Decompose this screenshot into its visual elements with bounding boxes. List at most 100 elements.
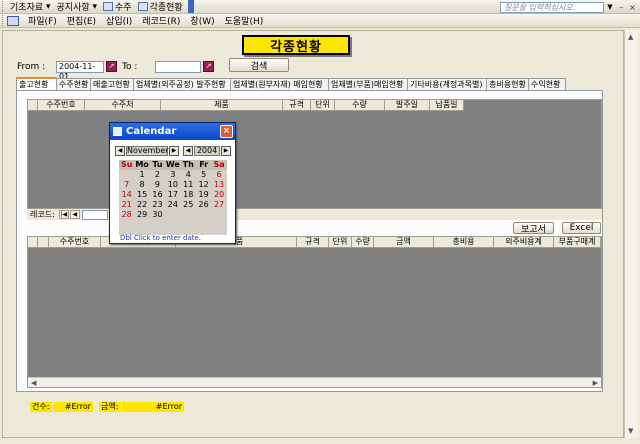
day-cell[interactable] bbox=[196, 210, 211, 220]
day-cell[interactable]: 11 bbox=[181, 180, 196, 190]
tab-shipment-status[interactable]: 출고현황 bbox=[16, 77, 57, 90]
day-cell[interactable]: 16 bbox=[150, 190, 165, 200]
day-cell[interactable] bbox=[119, 170, 134, 180]
tab-sales-shipment-status[interactable]: 매출고현황 bbox=[90, 78, 134, 90]
close-icon[interactable]: × bbox=[220, 125, 233, 138]
day-cell[interactable] bbox=[211, 210, 226, 220]
day-cell[interactable]: 14 bbox=[119, 190, 134, 200]
toolbar-options-chevron[interactable] bbox=[187, 0, 194, 13]
from-date-input[interactable]: 2004-11-01 bbox=[56, 61, 104, 81]
menubar-grip[interactable] bbox=[2, 15, 5, 26]
col-quantity[interactable]: 수량 bbox=[335, 100, 385, 110]
scroll-down-icon[interactable]: ▼ bbox=[628, 427, 633, 435]
row-selector-header[interactable] bbox=[28, 237, 38, 247]
search-button[interactable]: 검색 bbox=[229, 58, 289, 72]
to-date-input[interactable] bbox=[155, 61, 201, 73]
toolbar-item-basic-data[interactable]: 기초자료 ▾ bbox=[7, 1, 54, 14]
day-cell[interactable]: 15 bbox=[134, 190, 149, 200]
tab-outsourcing-po-status[interactable]: 업체별(외주공정) 발주현황 bbox=[133, 78, 231, 90]
toolbar-item-orders[interactable]: 수주 bbox=[100, 1, 135, 13]
day-cell[interactable]: 12 bbox=[196, 180, 211, 190]
menu-records[interactable]: 레코드(R) bbox=[137, 14, 185, 27]
day-cell[interactable]: 8 bbox=[134, 180, 149, 190]
menu-file[interactable]: 파일(F) bbox=[23, 14, 62, 27]
prev-month-button[interactable]: ◀ bbox=[115, 145, 125, 156]
scroll-left-icon[interactable]: ◀ bbox=[31, 379, 36, 387]
col-amount[interactable]: 금액 bbox=[374, 237, 434, 247]
day-cell[interactable]: 27 bbox=[211, 200, 226, 210]
col-outsourcing-total[interactable]: 외주비용계 bbox=[494, 237, 554, 247]
day-cell[interactable]: 18 bbox=[181, 190, 196, 200]
next-month-button[interactable]: ▶ bbox=[169, 145, 179, 156]
day-cell[interactable]: 28 bbox=[119, 210, 134, 220]
day-cell[interactable]: 30 bbox=[150, 210, 165, 220]
next-year-button[interactable]: ▶ bbox=[221, 145, 231, 156]
menu-help[interactable]: 도움말(H) bbox=[220, 14, 269, 27]
col-parts-total[interactable]: 부품구매계 bbox=[554, 237, 601, 247]
day-cell[interactable]: 21 bbox=[119, 200, 134, 210]
record-number-input[interactable] bbox=[81, 209, 108, 220]
excel-button[interactable]: Excel bbox=[562, 222, 601, 234]
col-total-cost[interactable]: 총비용 bbox=[434, 237, 494, 247]
day-cell[interactable]: 9 bbox=[150, 180, 165, 190]
tab-total-cost-status[interactable]: 총비용현황 bbox=[486, 78, 529, 90]
day-cell[interactable]: 19 bbox=[196, 190, 211, 200]
day-cell[interactable]: 24 bbox=[165, 200, 180, 210]
report-button[interactable]: 보고서 bbox=[513, 222, 554, 235]
col-spec-2[interactable]: 규격 bbox=[297, 237, 329, 247]
col-order-no-2[interactable]: 수주번호 bbox=[49, 237, 101, 247]
col-order-no[interactable]: 수주번호 bbox=[38, 100, 85, 110]
scroll-up-icon[interactable]: ▲ bbox=[628, 33, 633, 41]
col-order-date[interactable]: 발주일 bbox=[385, 100, 430, 110]
toolbar-item-notices[interactable]: 공지사항 ▾ bbox=[54, 1, 101, 14]
form-vertical-scrollbar[interactable]: ▲ ▼ bbox=[624, 30, 638, 438]
day-cell[interactable]: 6 bbox=[211, 170, 226, 180]
day-cell[interactable] bbox=[181, 210, 196, 220]
day-cell[interactable]: 4 bbox=[181, 170, 196, 180]
col-unit[interactable]: 단위 bbox=[311, 100, 335, 110]
day-cell[interactable]: 22 bbox=[134, 200, 149, 210]
day-cell[interactable]: 13 bbox=[211, 180, 226, 190]
access-form-icon[interactable] bbox=[7, 15, 19, 26]
day-cell[interactable]: 5 bbox=[196, 170, 211, 180]
day-cell[interactable]: 3 bbox=[165, 170, 180, 180]
minimize-icon[interactable]: – bbox=[617, 3, 626, 12]
month-field[interactable]: November bbox=[126, 145, 169, 156]
col-quantity-2[interactable]: 수량 bbox=[352, 237, 374, 247]
to-calendar-button[interactable]: ↗ bbox=[203, 61, 214, 72]
help-question-input[interactable]: 질문을 입력하십시오. bbox=[500, 2, 604, 13]
col-product[interactable]: 제품 bbox=[161, 100, 283, 110]
day-cell[interactable]: 23 bbox=[150, 200, 165, 210]
close-icon[interactable]: × bbox=[628, 3, 637, 12]
row-selector-header[interactable] bbox=[28, 100, 38, 110]
tab-material-purchase-status[interactable]: 업체별(원부자재) 매입현황 bbox=[230, 78, 329, 90]
tab-parts-purchase-status[interactable]: 업체별(부품)매입현황 bbox=[328, 78, 408, 90]
day-cell[interactable]: 26 bbox=[196, 200, 211, 210]
tab-other-costs[interactable]: 기타비용(계정과목별) bbox=[407, 78, 487, 90]
chevron-down-icon[interactable]: ▼ bbox=[606, 2, 614, 13]
from-calendar-button[interactable]: ↗ bbox=[106, 61, 117, 72]
scroll-right-icon[interactable]: ▶ bbox=[593, 379, 598, 387]
day-cell[interactable]: 1 bbox=[134, 170, 149, 180]
prev-year-button[interactable]: ◀ bbox=[183, 145, 193, 156]
day-cell[interactable]: 17 bbox=[165, 190, 180, 200]
day-cell[interactable]: 10 bbox=[165, 180, 180, 190]
day-cell[interactable]: 25 bbox=[181, 200, 196, 210]
calendar-popup[interactable]: Calendar × ◀ November ▶ ◀ 2004 ▶ Su Mo T… bbox=[109, 122, 236, 244]
prev-record-button[interactable]: ◀ bbox=[69, 210, 80, 219]
menu-edit[interactable]: 편집(E) bbox=[62, 14, 101, 27]
col-unit-2[interactable]: 단위 bbox=[329, 237, 352, 247]
col-delivery-date[interactable]: 납품일 bbox=[430, 100, 464, 110]
first-record-button[interactable]: |◀ bbox=[58, 210, 69, 219]
datasheet-horizontal-scrollbar[interactable]: ◀ ▶ bbox=[28, 377, 601, 387]
toolbar-item-status[interactable]: 각종현황 bbox=[135, 1, 186, 13]
col-customer[interactable]: 수주처 bbox=[85, 100, 161, 110]
tab-order-status[interactable]: 수주현황 bbox=[56, 78, 91, 90]
calendar-titlebar[interactable]: Calendar bbox=[110, 123, 235, 140]
day-cell[interactable]: 2 bbox=[150, 170, 165, 180]
year-field[interactable]: 2004 bbox=[194, 145, 220, 156]
day-cell[interactable]: 20 bbox=[211, 190, 226, 200]
tab-profit-status[interactable]: 수익현황 bbox=[528, 78, 566, 90]
menu-window[interactable]: 창(W) bbox=[185, 14, 219, 27]
menu-insert[interactable]: 삽입(I) bbox=[101, 14, 137, 27]
